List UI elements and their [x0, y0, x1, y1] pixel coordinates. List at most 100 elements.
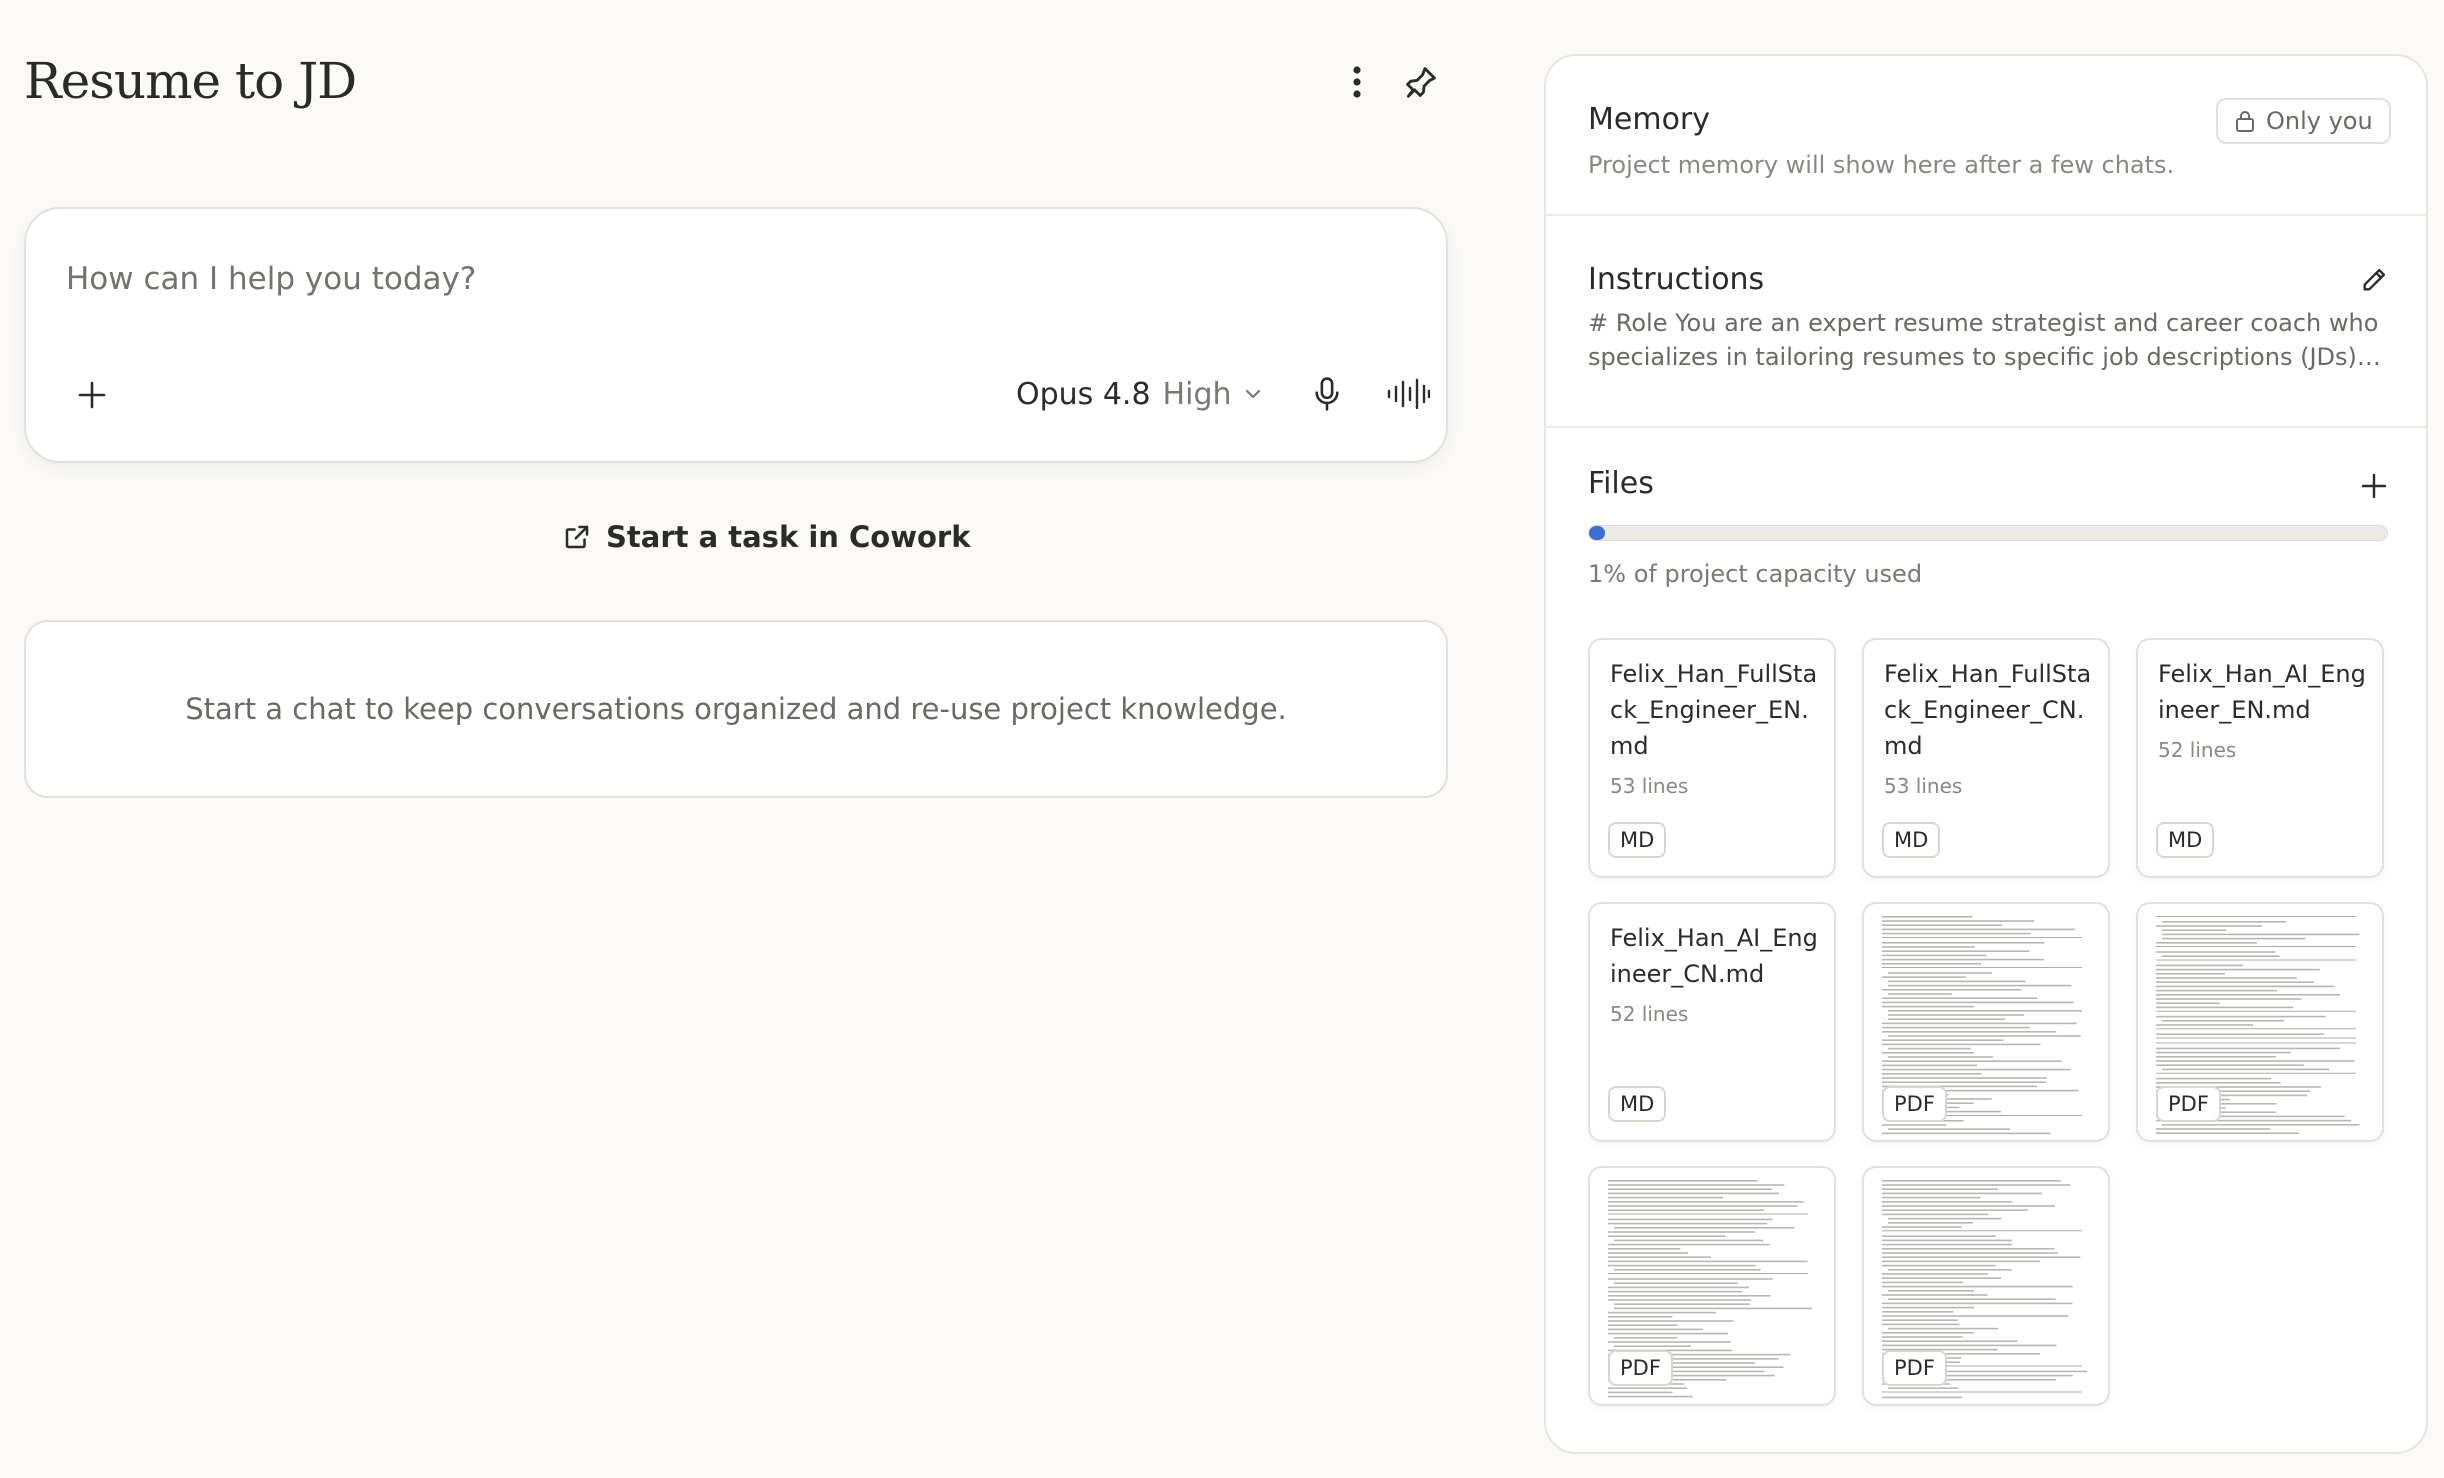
- pdf-preview-line: [1608, 1391, 1673, 1394]
- instructions-title: Instructions: [1588, 262, 1765, 297]
- pdf-preview-line: [1608, 1290, 1743, 1293]
- pdf-preview-line: [1888, 972, 1992, 974]
- file-type-badge: MD: [2156, 822, 2215, 858]
- cowork-task-link[interactable]: Start a task in Cowork: [562, 520, 971, 554]
- pdf-preview-line: [1608, 1324, 1678, 1326]
- pdf-preview-line: [2156, 973, 2225, 975]
- more-options-button[interactable]: [1335, 60, 1379, 104]
- file-card[interactable]: Felix_Han_FullStack_Engineer_CN.md 53 li…: [1862, 638, 2110, 878]
- pdf-preview-line: [2162, 933, 2360, 936]
- pin-project-button[interactable]: [1395, 60, 1447, 104]
- pdf-preview-line: [2156, 946, 2356, 947]
- pdf-preview-line: [1882, 1260, 2041, 1263]
- pdf-preview-line: [1882, 1184, 2071, 1186]
- file-card[interactable]: Felix_Han_AI_Engineer_EN.md 52 lines MD: [2136, 638, 2384, 878]
- pdf-preview-line: [2156, 981, 2314, 983]
- pdf-preview-line: [2156, 1028, 2356, 1030]
- pdf-preview-line: [2162, 929, 2227, 931]
- file-card[interactable]: Felix_Han_FullStack_Engineer_EN.md 53 li…: [1588, 638, 1836, 878]
- pdf-preview-line: [1608, 1264, 1756, 1267]
- pdf-preview-line: [1882, 1243, 2013, 1246]
- file-card[interactable]: PDF: [1588, 1166, 1836, 1406]
- pdf-preview-line: [2156, 925, 2263, 927]
- pdf-preview-line: [1882, 1188, 1998, 1190]
- pdf-preview-line: [1614, 1303, 1750, 1305]
- pdf-preview-line: [1614, 1239, 1764, 1242]
- pdf-preview-line: [1608, 1218, 1773, 1221]
- section-divider: [1546, 426, 2426, 428]
- plus-icon: [2361, 473, 2387, 499]
- pdf-preview-line: [1608, 1201, 1804, 1203]
- external-link-icon: [565, 525, 589, 549]
- file-name: Felix_Han_FullStack_Engineer_EN.md 53 li…: [1610, 656, 1822, 800]
- pdf-preview-line: [1608, 1278, 1773, 1280]
- file-name-text: Felix_Han_FullStack_Engineer_CN.md: [1884, 660, 2092, 760]
- pdf-preview-line: [2156, 1037, 2356, 1039]
- pdf-preview-line: [2162, 1124, 2360, 1126]
- attach-button[interactable]: [70, 373, 114, 417]
- empty-state-text: Start a chat to keep conversations organ…: [185, 692, 1287, 726]
- pdf-preview-line: [1882, 1285, 2073, 1288]
- pdf-preview-line: [1888, 1290, 1975, 1292]
- pdf-preview-line: [1882, 1273, 1988, 1275]
- pdf-preview-line: [1614, 1345, 1691, 1347]
- pdf-preview-line: [2156, 998, 2302, 1000]
- pdf-preview-line: [1888, 1217, 2002, 1220]
- pdf-preview-line: [1882, 950, 2030, 952]
- edit-instructions-button[interactable]: [2354, 260, 2394, 300]
- voice-mode-button[interactable]: [1380, 369, 1436, 419]
- pdf-preview-line: [2156, 1024, 2254, 1026]
- project-knowledge-panel: Memory Project memory will show here aft…: [1544, 54, 2428, 1454]
- pdf-preview-line: [1882, 963, 1981, 965]
- file-card[interactable]: PDF: [1862, 902, 2110, 1142]
- instructions-preview[interactable]: # Role You are an expert resume strategi…: [1588, 306, 2388, 374]
- chevron-down-icon: [1245, 389, 1260, 399]
- memory-visibility-button[interactable]: Only you: [2216, 98, 2391, 144]
- pdf-preview-line: [1882, 916, 1973, 918]
- pdf-preview-line: [2156, 1064, 2304, 1066]
- pdf-preview-line: [2156, 1128, 2271, 1130]
- pdf-preview-line: [1614, 1282, 1738, 1284]
- pdf-preview-line: [1882, 1332, 1974, 1334]
- pdf-preview-line: [1608, 1209, 1765, 1211]
- pdf-preview-line: [1888, 1387, 1959, 1389]
- pdf-preview-line: [1882, 1192, 2042, 1195]
- pdf-preview-line: [2156, 1042, 2356, 1044]
- pdf-preview-line: [1608, 1184, 1785, 1186]
- pdf-preview-line: [1882, 1073, 1982, 1075]
- pdf-preview-line: [2162, 1068, 2330, 1071]
- file-type-badge: PDF: [1882, 1086, 1947, 1122]
- pdf-preview-line: [1608, 1235, 1726, 1237]
- pdf-preview-line: [2156, 942, 2257, 944]
- file-card[interactable]: PDF: [1862, 1166, 2110, 1406]
- microphone-icon: [1315, 377, 1339, 411]
- visibility-label: Only you: [2266, 107, 2373, 135]
- pdf-preview-line: [1882, 1001, 2074, 1004]
- pdf-preview-line: [1608, 1196, 1724, 1199]
- pencil-icon: [2363, 268, 2386, 291]
- pdf-preview-line: [1888, 1035, 2081, 1037]
- memory-subtitle: Project memory will show here after a fe…: [1588, 151, 2175, 179]
- pdf-preview-line: [1888, 1010, 2082, 1012]
- chat-input[interactable]: [66, 249, 1366, 309]
- pdf-preview-line: [1882, 976, 1967, 978]
- pdf-preview-line: [1882, 1319, 1958, 1321]
- pdf-preview-line: [1608, 1311, 1716, 1314]
- pdf-preview-line: [1882, 1060, 2062, 1062]
- pdf-preview-line: [2156, 951, 2276, 953]
- file-type-badge: PDF: [1882, 1350, 1947, 1386]
- pdf-preview-line: [2156, 994, 2341, 996]
- model-selector[interactable]: Opus 4.8 High: [1016, 369, 1262, 419]
- add-file-button[interactable]: [2354, 466, 2394, 506]
- file-card[interactable]: PDF: [2136, 902, 2384, 1142]
- file-line-count: 52 lines: [2158, 738, 2237, 762]
- dictation-button[interactable]: [1302, 369, 1352, 419]
- pdf-preview-line: [2156, 1010, 2356, 1012]
- pdf-preview-line: [1882, 1022, 2077, 1025]
- pdf-preview-line: [2156, 964, 2244, 967]
- pdf-preview-line: [1882, 958, 2045, 961]
- pdf-preview-line: [1608, 1180, 1758, 1182]
- file-card[interactable]: Felix_Han_AI_Engineer_CN.md 52 lines MD: [1588, 902, 1836, 1142]
- capacity-progress-fill: [1589, 526, 1605, 540]
- pdf-preview-line: [1608, 1273, 1808, 1274]
